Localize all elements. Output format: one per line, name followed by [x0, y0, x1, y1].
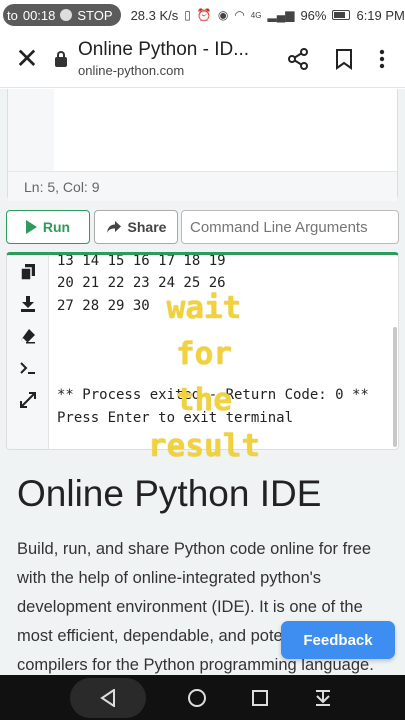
page-content: Ln: 5, Col: 9 Run Share Command Line Arg… [0, 89, 405, 675]
hide-nav-button[interactable] [311, 686, 335, 710]
run-button[interactable]: Run [6, 210, 90, 244]
android-nav-bar [0, 675, 405, 720]
url-bar[interactable]: Online Python - ID... online-python.com [54, 39, 287, 78]
recording-time: 00:18 [22, 7, 56, 23]
bookmark-icon[interactable] [335, 48, 353, 70]
page-domain: online-python.com [78, 63, 185, 78]
terminal-line: 13 14 15 16 17 18 19 [57, 253, 226, 269]
stop-icon [60, 9, 73, 21]
close-icon[interactable]: ✕ [0, 44, 54, 73]
share-button[interactable]: Share [94, 210, 178, 244]
browser-toolbar: ✕ Online Python - ID... online-python.co… [0, 30, 405, 88]
eraser-icon[interactable] [17, 325, 39, 347]
wifi-icon: ◠ [234, 8, 245, 22]
eye-icon: ◉ [217, 8, 229, 22]
line-gutter [8, 89, 54, 171]
hide-keyboard-icon [316, 689, 331, 706]
copy-icon[interactable] [17, 261, 39, 283]
terminal-prompt-icon[interactable] [17, 357, 39, 379]
command-line-arguments-input[interactable] [181, 210, 399, 244]
share-icon[interactable] [287, 47, 309, 70]
overlay-line: result [148, 428, 260, 464]
battery-icon [332, 10, 351, 20]
net-speed: 28.3 K/s [130, 7, 179, 23]
overlay-line: wait [166, 290, 242, 326]
recents-button[interactable] [248, 686, 272, 710]
stop-label: STOP [77, 7, 113, 23]
home-icon [187, 688, 206, 707]
run-label: Run [42, 219, 71, 235]
clock: 6:19 PM [356, 7, 405, 23]
back-icon [99, 688, 115, 707]
terminal-scrollbar[interactable] [393, 327, 397, 447]
back-button[interactable] [69, 677, 146, 718]
feedback-button[interactable]: Feedback [281, 621, 395, 659]
cursor-status: Ln: 5, Col: 9 [8, 171, 397, 201]
page-title: Online Python - ID... [78, 39, 250, 60]
network-type: 4G [250, 10, 262, 20]
overlay-line: for [176, 336, 232, 372]
battery-percent: 96% [300, 7, 327, 23]
terminal-toolbar [7, 255, 49, 449]
wait-annotation-overlay: wait for the result [124, 285, 284, 469]
article-title: Online Python IDE [17, 473, 322, 514]
download-icon[interactable] [17, 293, 39, 315]
status-indicators: 28.3 K/s ▯ ⏰ ◉ ◠ 4G ▂▄▆ 96% 6:19 PM [131, 8, 405, 23]
expand-icon[interactable] [17, 389, 39, 411]
lock-icon [54, 50, 68, 67]
screen-recorder-pill[interactable]: to 00:18 STOP [3, 4, 121, 26]
overlay-line: the [176, 382, 232, 418]
play-icon [25, 220, 37, 234]
alarm-icon: ⏰ [196, 8, 212, 22]
status-bar: to 00:18 STOP 28.3 K/s ▯ ⏰ ◉ ◠ 4G ▂▄▆ 96… [0, 0, 405, 30]
more-menu-icon[interactable] [379, 48, 385, 70]
home-button[interactable] [185, 686, 209, 710]
share-arrow-icon [106, 221, 121, 233]
recorder-prefix: to [7, 7, 18, 23]
vibrate-icon: ▯ [184, 8, 191, 22]
recents-icon [252, 689, 269, 706]
share-label: Share [127, 219, 167, 235]
code-editor[interactable]: Ln: 5, Col: 9 [7, 89, 398, 201]
signal-icon: ▂▄▆ [267, 8, 295, 22]
run-bar: Run Share [6, 210, 399, 244]
